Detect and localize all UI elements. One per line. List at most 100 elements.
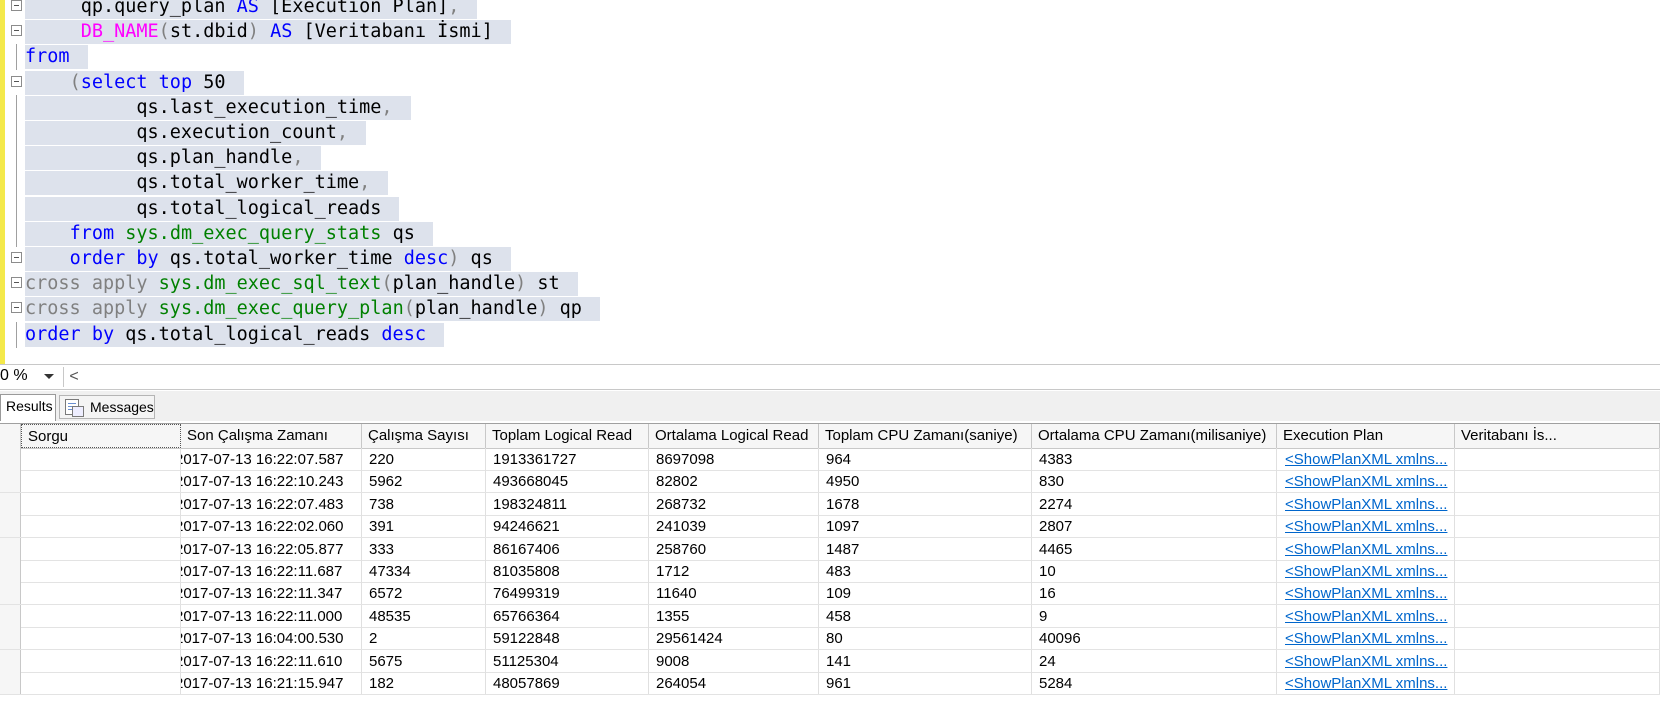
cell-ortalama-cpu-zamani[interactable]: 5284: [1032, 672, 1277, 694]
cell-ortalama-logical-read[interactable]: 29561424: [649, 627, 819, 650]
zoom-level[interactable]: 0 %: [0, 367, 28, 385]
table-row[interactable]: 2017-07-13 16:04:00.530 2 59122848 29561424…: [0, 627, 1660, 651]
cell-toplam-logical-read[interactable]: 1913361727: [486, 448, 649, 470]
row-selector[interactable]: [0, 470, 21, 493]
column-header-veritabani-ismi[interactable]: Veritabanı İs...: [1455, 424, 1660, 448]
cell-son-calisma-zamani[interactable]: 2017-07-13 16:22:02.060: [181, 515, 362, 538]
cell-sorgu[interactable]: [21, 470, 181, 493]
cell-ortalama-cpu-zamani[interactable]: 10: [1032, 560, 1277, 582]
cell-ortalama-cpu-zamani[interactable]: 16: [1032, 582, 1277, 605]
cell-ortalama-logical-read[interactable]: 264054: [649, 672, 819, 694]
cell-calisma-sayisi[interactable]: 48535: [362, 604, 486, 627]
cell-toplam-logical-read[interactable]: 86167406: [486, 537, 649, 560]
cell-veritabani-ismi[interactable]: [1455, 627, 1660, 650]
cell-toplam-cpu-zamani[interactable]: 483: [819, 560, 1032, 582]
cell-calisma-sayisi[interactable]: 2: [362, 627, 486, 650]
execution-plan-link[interactable]: <ShowPlanXML xmlns...: [1277, 492, 1455, 515]
code-line[interactable]: qs.execution_count,: [0, 120, 1660, 146]
cell-son-calisma-zamani[interactable]: 2017-07-13 16:22:11.687: [181, 560, 362, 582]
cell-ortalama-logical-read[interactable]: 1712: [649, 560, 819, 582]
cell-ortalama-logical-read[interactable]: 258760: [649, 537, 819, 560]
table-row[interactable]: 2017-07-13 16:22:05.877 333 86167406 258760…: [0, 537, 1660, 561]
collapse-icon[interactable]: [11, 75, 22, 87]
collapse-icon[interactable]: [11, 277, 22, 289]
code-line[interactable]: (select top 50: [0, 70, 1660, 96]
code-line[interactable]: DB_NAME(st.dbid) AS [Veritabanı İsmi]: [0, 19, 1660, 45]
cell-sorgu[interactable]: [21, 649, 181, 672]
execution-plan-link[interactable]: <ShowPlanXML xmlns...: [1277, 448, 1455, 470]
row-selector[interactable]: [0, 492, 21, 515]
collapse-icon[interactable]: [11, 0, 22, 11]
execution-plan-link[interactable]: <ShowPlanXML xmlns...: [1277, 649, 1455, 672]
cell-toplam-logical-read[interactable]: 65766364: [486, 604, 649, 627]
column-header-toplam-logical-read[interactable]: Toplam Logical Read: [486, 424, 649, 448]
cell-sorgu[interactable]: [21, 582, 181, 605]
cell-veritabani-ismi[interactable]: [1455, 515, 1660, 538]
collapse-icon[interactable]: [11, 25, 22, 37]
cell-veritabani-ismi[interactable]: [1455, 470, 1660, 493]
row-selector[interactable]: [0, 604, 21, 627]
cell-veritabani-ismi[interactable]: [1455, 537, 1660, 560]
execution-plan-link[interactable]: <ShowPlanXML xmlns...: [1277, 537, 1455, 560]
cell-ortalama-cpu-zamani[interactable]: 2274: [1032, 492, 1277, 515]
column-header-execution-plan[interactable]: Execution Plan: [1277, 424, 1455, 448]
cell-ortalama-logical-read[interactable]: 9008: [649, 649, 819, 672]
cell-ortalama-logical-read[interactable]: 11640: [649, 582, 819, 605]
cell-sorgu[interactable]: [21, 537, 181, 560]
cell-sorgu[interactable]: [21, 672, 181, 694]
code-line[interactable]: qs.total_worker_time,: [0, 170, 1660, 197]
cell-calisma-sayisi[interactable]: 47334: [362, 560, 486, 582]
table-row[interactable]: 2017-07-13 16:22:11.347 6572 76499319 11640…: [0, 582, 1660, 606]
cell-veritabani-ismi[interactable]: [1455, 672, 1660, 694]
row-number-header[interactable]: [0, 424, 21, 448]
table-row[interactable]: 2017-07-13 16:22:02.060 391 94246621 241039…: [0, 515, 1660, 539]
column-header-son-calisma-zamani[interactable]: Son Çalışma Zamanı: [181, 424, 362, 448]
cell-toplam-cpu-zamani[interactable]: 964: [819, 448, 1032, 470]
row-selector[interactable]: [0, 582, 21, 605]
row-selector[interactable]: [0, 560, 21, 582]
cell-sorgu[interactable]: [21, 604, 181, 627]
cell-calisma-sayisi[interactable]: 391: [362, 515, 486, 538]
cell-ortalama-cpu-zamani[interactable]: 4465: [1032, 537, 1277, 560]
cell-son-calisma-zamani[interactable]: 2017-07-13 16:22:07.587: [181, 448, 362, 470]
column-header-toplam-cpu-zamani[interactable]: Toplam CPU Zamanı(saniye): [819, 424, 1032, 448]
cell-veritabani-ismi[interactable]: [1455, 560, 1660, 582]
column-header-sorgu[interactable]: Sorgu: [21, 424, 181, 448]
cell-sorgu[interactable]: [21, 560, 181, 582]
cell-son-calisma-zamani[interactable]: 2017-07-13 16:21:15.947: [181, 672, 362, 694]
code-line[interactable]: cross apply sys.dm_exec_sql_text(plan_ha…: [0, 271, 1660, 297]
cell-veritabani-ismi[interactable]: [1455, 492, 1660, 515]
cell-son-calisma-zamani[interactable]: 2017-07-13 16:22:11.610: [181, 649, 362, 672]
cell-ortalama-logical-read[interactable]: 241039: [649, 515, 819, 538]
cell-ortalama-cpu-zamani[interactable]: 40096: [1032, 627, 1277, 650]
cell-sorgu[interactable]: [21, 448, 181, 470]
cell-toplam-cpu-zamani[interactable]: 141: [819, 649, 1032, 672]
results-grid[interactable]: Sorgu Son Çalışma Zamanı Çalışma Sayısı …: [0, 423, 1660, 705]
cell-toplam-cpu-zamani[interactable]: 458: [819, 604, 1032, 627]
collapse-icon[interactable]: [11, 252, 22, 263]
cell-son-calisma-zamani[interactable]: 2017-07-13 16:22:05.877: [181, 537, 362, 560]
execution-plan-link[interactable]: <ShowPlanXML xmlns...: [1277, 560, 1455, 582]
column-header-calisma-sayisi[interactable]: Çalışma Sayısı: [362, 424, 486, 448]
execution-plan-link[interactable]: <ShowPlanXML xmlns...: [1277, 470, 1455, 493]
code-line[interactable]: from sys.dm_exec_query_stats qs: [0, 220, 1660, 247]
cell-calisma-sayisi[interactable]: 220: [362, 448, 486, 470]
execution-plan-link[interactable]: <ShowPlanXML xmlns...: [1277, 627, 1455, 650]
cell-toplam-cpu-zamani[interactable]: 1678: [819, 492, 1032, 515]
cell-calisma-sayisi[interactable]: 182: [362, 672, 486, 694]
column-header-ortalama-logical-read[interactable]: Ortalama Logical Read: [649, 424, 819, 448]
tab-messages[interactable]: Messages: [59, 395, 155, 419]
cell-toplam-cpu-zamani[interactable]: 109: [819, 582, 1032, 605]
cell-toplam-cpu-zamani[interactable]: 961: [819, 672, 1032, 694]
code-line[interactable]: cross apply sys.dm_exec_query_plan(plan_…: [0, 296, 1660, 322]
cell-son-calisma-zamani[interactable]: 2017-07-13 16:22:11.000: [181, 604, 362, 627]
cell-ortalama-cpu-zamani[interactable]: 2807: [1032, 515, 1277, 538]
column-header-ortalama-cpu-zamani[interactable]: Ortalama CPU Zamanı(milisaniye): [1032, 424, 1277, 448]
cell-ortalama-cpu-zamani[interactable]: 830: [1032, 470, 1277, 493]
cell-ortalama-logical-read[interactable]: 268732: [649, 492, 819, 515]
row-selector[interactable]: [0, 448, 21, 470]
cell-toplam-cpu-zamani[interactable]: 4950: [819, 470, 1032, 493]
cell-ortalama-logical-read[interactable]: 1355: [649, 604, 819, 627]
table-row[interactable]: 2017-07-13 16:22:11.000 48535 65766364 1355…: [0, 604, 1660, 628]
cell-ortalama-cpu-zamani[interactable]: 4383: [1032, 448, 1277, 470]
